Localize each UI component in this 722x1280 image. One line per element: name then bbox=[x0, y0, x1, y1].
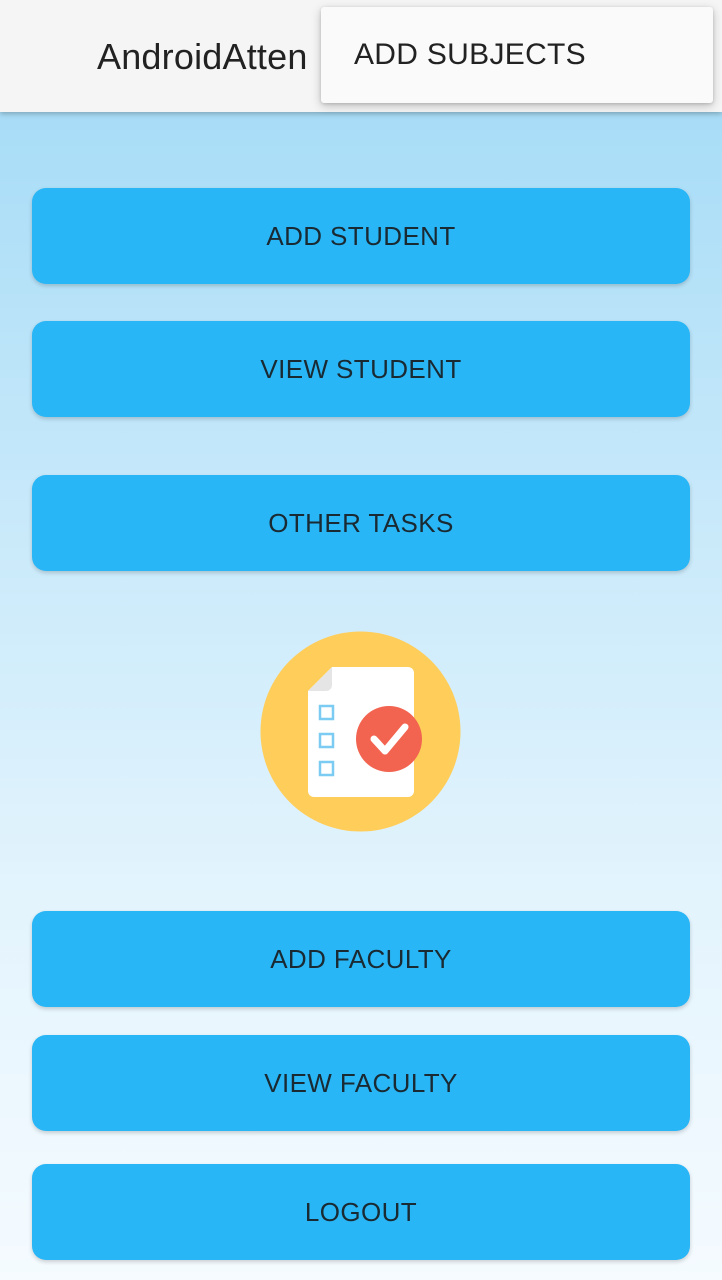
other-tasks-button[interactable]: OTHER TASKS bbox=[32, 475, 690, 571]
view-faculty-button[interactable]: VIEW FACULTY bbox=[32, 1035, 690, 1131]
add-faculty-button[interactable]: ADD FACULTY bbox=[32, 911, 690, 1007]
view-faculty-label: VIEW FACULTY bbox=[264, 1067, 458, 1098]
other-tasks-label: OTHER TASKS bbox=[268, 507, 454, 538]
attendance-checklist-icon bbox=[260, 631, 461, 832]
add-faculty-label: ADD FACULTY bbox=[270, 943, 452, 974]
add-student-button[interactable]: ADD STUDENT bbox=[32, 188, 690, 284]
app-title: AndroidAtten bbox=[97, 36, 308, 77]
view-student-button[interactable]: VIEW STUDENT bbox=[32, 321, 690, 417]
add-student-label: ADD STUDENT bbox=[266, 220, 456, 251]
overflow-popup-menu: ADD SUBJECTS bbox=[321, 7, 713, 103]
view-student-label: VIEW STUDENT bbox=[260, 353, 462, 384]
menu-item-add-subjects[interactable]: ADD SUBJECTS bbox=[321, 7, 713, 103]
menu-item-label: ADD SUBJECTS bbox=[354, 38, 586, 71]
logout-label: LOGOUT bbox=[304, 1196, 418, 1227]
logout-button[interactable]: LOGOUT bbox=[32, 1164, 690, 1260]
